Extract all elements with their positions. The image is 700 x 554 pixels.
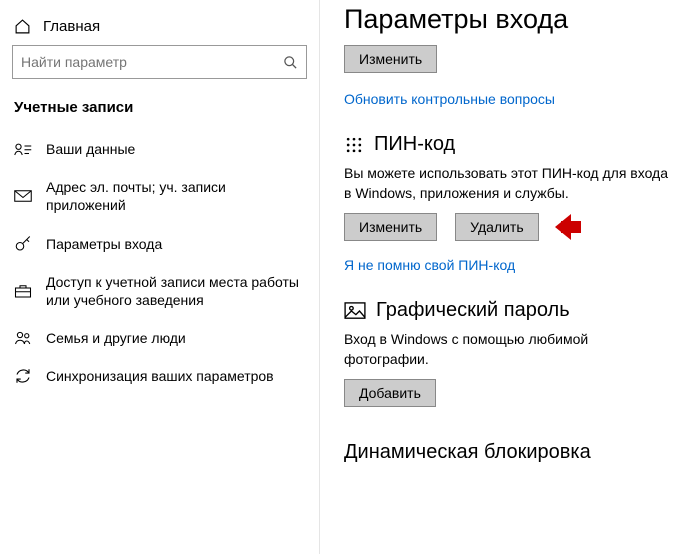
pin-section-header: ПИН-код — [344, 133, 700, 156]
search-icon — [283, 55, 298, 70]
person-badge-icon — [14, 142, 32, 156]
category-title: Учетные записи — [0, 93, 319, 130]
search-input[interactable] — [12, 45, 307, 79]
pin-change-button[interactable]: Изменить — [344, 213, 437, 241]
home-icon — [14, 18, 31, 35]
update-questions-link[interactable]: Обновить контрольные вопросы — [344, 91, 555, 107]
sidebar-item-label: Ваши данные — [46, 140, 305, 158]
picture-add-button[interactable]: Добавить — [344, 379, 436, 407]
change-top-button[interactable]: Изменить — [344, 45, 437, 73]
sync-icon — [14, 367, 32, 385]
picture-heading: Графический пароль — [376, 299, 570, 322]
sidebar-item-work-access[interactable]: Доступ к учетной записи места работы или… — [0, 263, 319, 319]
main-content: Параметры входа Изменить Обновить контро… — [320, 0, 700, 554]
pin-heading: ПИН-код — [374, 133, 455, 156]
picture-description: Вход в Windows с помощью любимой фотогра… — [344, 330, 674, 369]
briefcase-icon — [14, 283, 32, 299]
picture-icon — [344, 302, 366, 320]
key-icon — [14, 235, 32, 253]
sidebar-item-sync[interactable]: Синхронизация ваших параметров — [0, 357, 319, 395]
picture-section-header: Графический пароль — [344, 299, 700, 322]
sidebar-item-signin-options[interactable]: Параметры входа — [0, 225, 319, 263]
pin-remove-button[interactable]: Удалить — [455, 213, 538, 241]
home-button[interactable]: Главная — [0, 12, 319, 45]
sidebar-item-your-info[interactable]: Ваши данные — [0, 130, 319, 168]
sidebar-item-label: Синхронизация ваших параметров — [46, 367, 305, 385]
mail-icon — [14, 189, 32, 203]
forgot-pin-link[interactable]: Я не помню свой ПИН-код — [344, 257, 515, 273]
home-label: Главная — [43, 18, 100, 35]
keypad-icon — [344, 135, 364, 155]
people-icon — [14, 330, 32, 346]
dynamic-lock-heading: Динамическая блокировка — [344, 441, 700, 464]
sidebar-item-family[interactable]: Семья и другие люди — [0, 319, 319, 357]
red-arrow-annotation — [557, 216, 591, 238]
sidebar-item-label: Семья и другие люди — [46, 329, 305, 347]
sidebar-item-label: Доступ к учетной записи места работы или… — [46, 273, 305, 309]
sidebar-item-label: Адрес эл. почты; уч. записи приложений — [46, 178, 305, 214]
sidebar-item-label: Параметры входа — [46, 235, 305, 253]
sidebar-item-email[interactable]: Адрес эл. почты; уч. записи приложений — [0, 168, 319, 224]
sidebar: Главная Учетные записи Ваши данные Адрес… — [0, 0, 320, 554]
page-title: Параметры входа — [344, 4, 700, 35]
pin-description: Вы можете использовать этот ПИН-код для … — [344, 164, 674, 203]
search-field[interactable] — [21, 54, 283, 70]
